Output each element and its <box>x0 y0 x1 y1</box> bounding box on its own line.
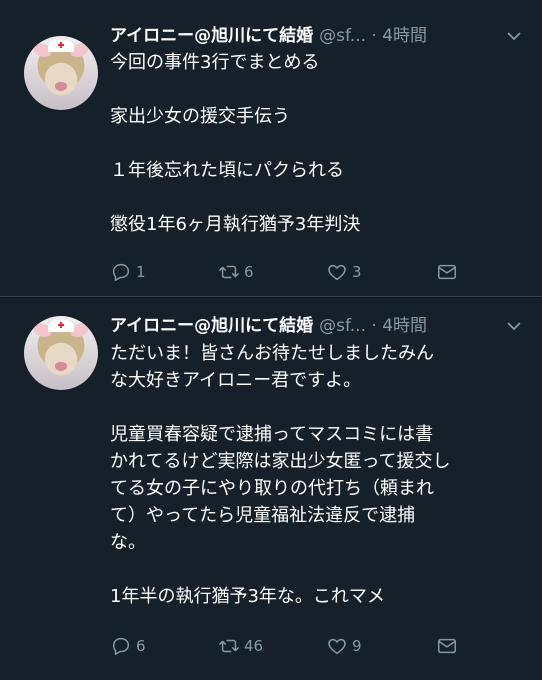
retweet-count: 6 <box>244 263 254 281</box>
tweet-line: かれてるけど実際は家出少女匿って援交し <box>110 451 451 472</box>
direct-message-button[interactable] <box>436 260 462 284</box>
avatar[interactable] <box>24 36 98 110</box>
timestamp[interactable]: · 4時間 <box>371 26 427 46</box>
tweet-text: ただいま！皆さんお待たせしましたみん な大好きアイロニー君ですよ。 児童買春容疑… <box>110 340 530 610</box>
heart-icon <box>328 264 346 281</box>
tweet-line: １年後忘れた頃にパクられる <box>110 160 344 181</box>
tweet-line <box>110 184 530 211</box>
tweet-text: 今回の事件3行でまとめる 家出少女の援交手伝う １年後忘れた頃にパクられる 懲役… <box>110 49 530 238</box>
avatar[interactable] <box>24 316 98 390</box>
display-name[interactable]: アイロニー@旭川にて結婚 <box>110 316 313 336</box>
retweet-icon <box>219 639 239 653</box>
retweet-icon <box>219 265 239 279</box>
tweet[interactable]: アイロニー@旭川にて結婚 @sf... · 4時間 ただいま！皆さんお待たせしまし… <box>0 298 542 680</box>
tweet-line <box>110 394 530 421</box>
tweet-line: てる女の子にやり取りの代打ち（頼まれ <box>110 478 434 499</box>
reply-count: 6 <box>136 637 146 655</box>
user-handle[interactable]: @sf... <box>319 316 366 336</box>
tweet-line: て）やってたら児童福祉法違反で逮捕 <box>110 505 416 526</box>
direct-message-button[interactable] <box>436 634 462 658</box>
like-count: 3 <box>352 263 362 281</box>
retweet-count: 46 <box>244 637 264 655</box>
timestamp[interactable]: · 4時間 <box>371 316 427 336</box>
tweet-line <box>110 556 530 583</box>
chevron-down-icon[interactable] <box>506 318 522 334</box>
reply-icon <box>112 637 130 655</box>
tweet-actions: 6 46 9 <box>110 634 530 658</box>
tweet-line: 懲役1年6ヶ月執行猶予3年判決 <box>110 214 361 235</box>
heart-icon <box>328 638 346 655</box>
tweet-line: 1年半の執行猶予3年な。これマメ <box>110 586 385 607</box>
tweet-header: アイロニー@旭川にて結婚 @sf... · 4時間 <box>110 312 530 340</box>
envelope-icon <box>438 264 456 280</box>
tweet-line <box>110 76 530 103</box>
user-handle[interactable]: @sf... <box>319 26 366 46</box>
reply-count: 1 <box>136 263 146 281</box>
cat-nose <box>55 362 67 371</box>
tweet-actions: 1 6 3 <box>110 260 530 284</box>
reply-button[interactable]: 6 <box>110 634 146 658</box>
like-button[interactable]: 3 <box>326 260 362 284</box>
tweet-header: アイロニー@旭川にて結婚 @sf... · 4時間 <box>110 22 530 50</box>
tweet-line: 今回の事件3行でまとめる <box>110 52 320 73</box>
reply-icon <box>112 263 130 281</box>
red-cross-icon <box>58 42 64 48</box>
tweet-line: な。 <box>110 532 146 553</box>
retweet-button[interactable]: 46 <box>218 634 263 658</box>
tweet[interactable]: アイロニー@旭川にて結婚 @sf... · 4時間 今回の事件3行でまとめる 家出… <box>0 0 542 296</box>
reply-button[interactable]: 1 <box>110 260 146 284</box>
tweet-line <box>110 130 530 157</box>
cat-nose <box>55 82 67 91</box>
tweet-line: 家出少女の援交手伝う <box>110 106 290 127</box>
like-count: 9 <box>352 637 362 655</box>
chevron-down-icon[interactable] <box>506 28 522 44</box>
tweet-line: な大好きアイロニー君ですよ。 <box>110 370 362 391</box>
tweet-line: 児童買春容疑で逮捕ってマスコミには書 <box>110 424 434 445</box>
red-cross-icon <box>58 322 64 328</box>
retweet-button[interactable]: 6 <box>218 260 254 284</box>
envelope-icon <box>438 638 456 654</box>
tweet-line: ただいま！皆さんお待たせしましたみん <box>110 343 434 364</box>
display-name[interactable]: アイロニー@旭川にて結婚 <box>110 26 313 46</box>
like-button[interactable]: 9 <box>326 634 362 658</box>
